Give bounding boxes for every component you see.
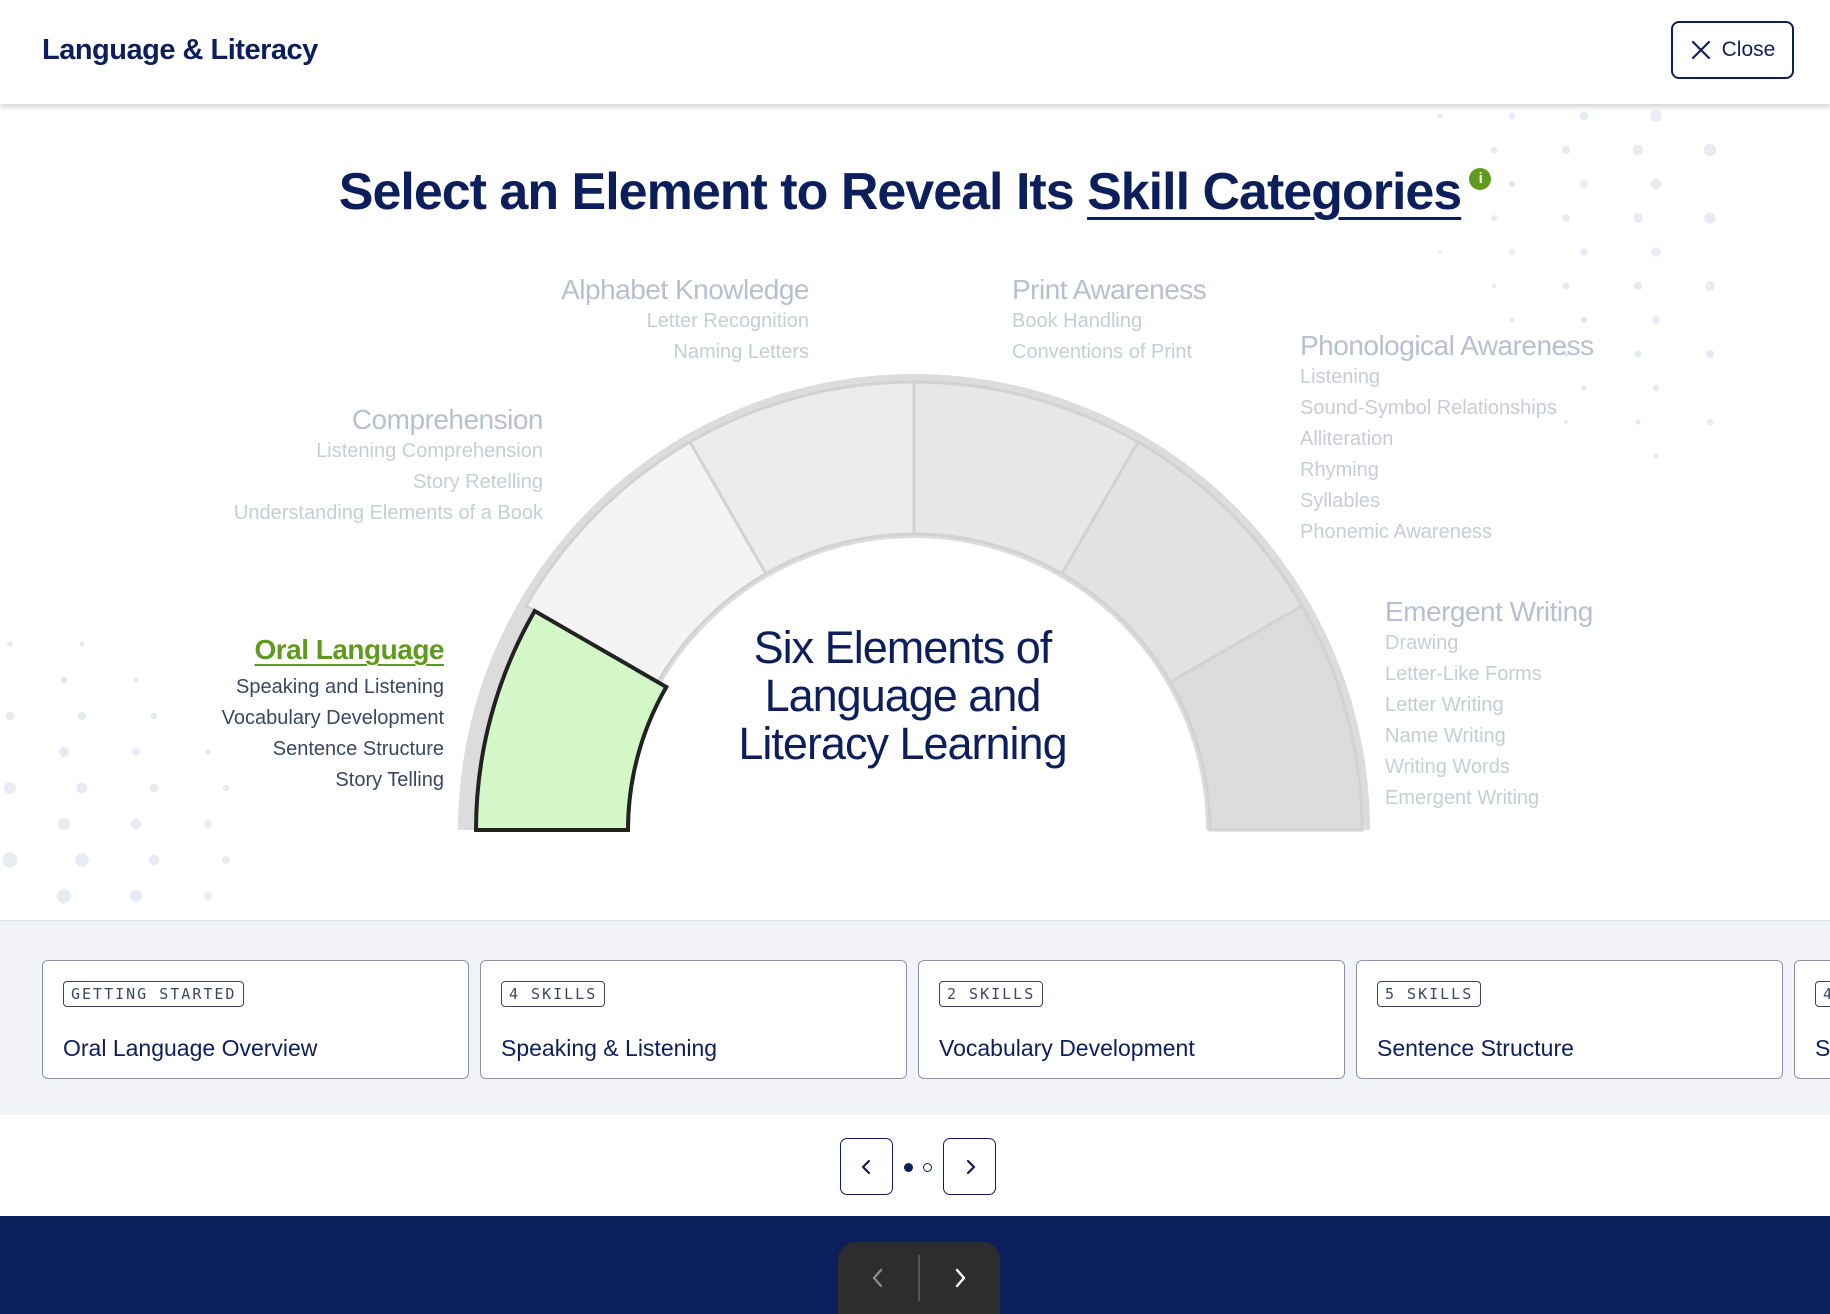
pager-prev-button[interactable] [840, 1138, 893, 1195]
element-selector: Select an Element to Reveal Its Skill Ca… [0, 104, 1830, 920]
card-title: Vocabulary Development [939, 1035, 1195, 1061]
skill-item: Phonemic Awareness [1300, 521, 1492, 543]
skill-item: Conventions of Print [1012, 341, 1193, 363]
skill-card-vocabulary-development[interactable]: 2 SKILLS Vocabulary Development [918, 960, 1345, 1079]
element-group-comprehension[interactable]: Comprehension Listening Comprehension St… [233, 404, 544, 529]
chevron-right-icon [966, 1159, 975, 1174]
skill-item: Letter Recognition [646, 310, 809, 332]
skill-item: Alliteration [1300, 428, 1394, 450]
chevron-right-icon [955, 1268, 966, 1288]
slide-navigation [838, 1242, 1000, 1314]
element-title[interactable]: Alphabet Knowledge [561, 274, 809, 306]
card-tag: 2 SKILLS [939, 981, 1044, 1007]
skill-item: Rhyming [1300, 459, 1379, 481]
skill-item: Understanding Elements of a Book [233, 502, 543, 524]
element-group-oral-language[interactable]: Oral Language Speaking and Listening Voc… [221, 634, 445, 796]
card-title: S [1815, 1035, 1830, 1061]
element-title[interactable]: Print Awareness [1012, 274, 1207, 306]
close-label: Close [1721, 38, 1776, 61]
skill-item: Name Writing [1385, 725, 1506, 747]
chevron-left-icon [861, 1159, 870, 1174]
skill-card-story-telling[interactable]: 4 S [1794, 960, 1830, 1079]
modal-header: Language & Literacy Close [0, 0, 1830, 104]
slide-prev-button[interactable] [838, 1242, 918, 1314]
modal: Language & Literacy Close Select an Elem… [0, 0, 1830, 1216]
close-icon [1691, 40, 1710, 60]
skill-item: Book Handling [1012, 310, 1143, 332]
card-tag: GETTING STARTED [63, 981, 245, 1007]
skill-item: Listening Comprehension [316, 440, 543, 462]
skill-item: Listening [1300, 366, 1381, 388]
element-title[interactable]: Oral Language [222, 634, 444, 666]
skill-item: Writing Words [1385, 756, 1510, 778]
skill-item: Emergent Writing [1385, 787, 1540, 809]
card-tag: 5 SKILLS [1377, 981, 1482, 1007]
element-title[interactable]: Emergent Writing [1385, 596, 1593, 628]
element-group-phonological-awareness[interactable]: Phonological Awareness Listening Sound-S… [1300, 330, 1594, 548]
skill-item: Sentence Structure [272, 738, 444, 760]
skill-card-speaking-listening[interactable]: 4 SKILLS Speaking & Listening [480, 960, 907, 1079]
skill-item: Story Telling [335, 769, 444, 791]
slide-next-button[interactable] [920, 1242, 1000, 1314]
skill-card-oral-language-overview[interactable]: GETTING STARTED Oral Language Overview [42, 960, 469, 1079]
element-group-print-awareness[interactable]: Print Awareness Book Handling Convention… [1012, 274, 1207, 368]
skill-item: Drawing [1385, 632, 1459, 654]
chevron-left-icon [872, 1268, 883, 1288]
skill-item: Letter Writing [1385, 694, 1504, 716]
skill-item: Naming Letters [673, 341, 809, 363]
skill-item: Syllables [1300, 490, 1381, 512]
skill-item: Sound-Symbol Relationships [1300, 397, 1557, 419]
card-title: Sentence Structure [1377, 1035, 1574, 1061]
pager-next-button[interactable] [943, 1138, 996, 1195]
skill-card-sentence-structure[interactable]: 5 SKILLS Sentence Structure [1356, 960, 1783, 1079]
card-title: Speaking & Listening [501, 1035, 718, 1061]
element-title[interactable]: Phonological Awareness [1300, 330, 1594, 362]
skill-cards: GETTING STARTED Oral Language Overview 4… [42, 960, 1830, 1079]
skill-item: Story Retelling [412, 471, 543, 493]
modal-title: Language & Literacy [42, 34, 318, 66]
skill-item: Letter-Like Forms [1385, 663, 1542, 685]
card-pager [0, 1115, 1830, 1216]
close-button[interactable]: Close [1671, 21, 1794, 79]
card-tag: 4 [1815, 981, 1830, 1007]
element-group-emergent-writing[interactable]: Emergent Writing Drawing Letter-Like For… [1385, 596, 1593, 814]
pager-dot-active[interactable] [904, 1163, 913, 1172]
element-title[interactable]: Comprehension [234, 404, 544, 436]
skill-cards-strip: GETTING STARTED Oral Language Overview 4… [0, 920, 1830, 1115]
pager-dot[interactable] [923, 1163, 932, 1172]
element-group-alphabet-knowledge[interactable]: Alphabet Knowledge Letter Recognition Na… [561, 274, 809, 368]
skill-item: Vocabulary Development [221, 707, 444, 729]
card-tag: 4 SKILLS [501, 981, 606, 1007]
skill-item: Speaking and Listening [236, 676, 444, 698]
card-title: Oral Language Overview [63, 1035, 318, 1061]
arc-center-title: Six Elements of Language and Literacy Le… [738, 622, 1067, 769]
